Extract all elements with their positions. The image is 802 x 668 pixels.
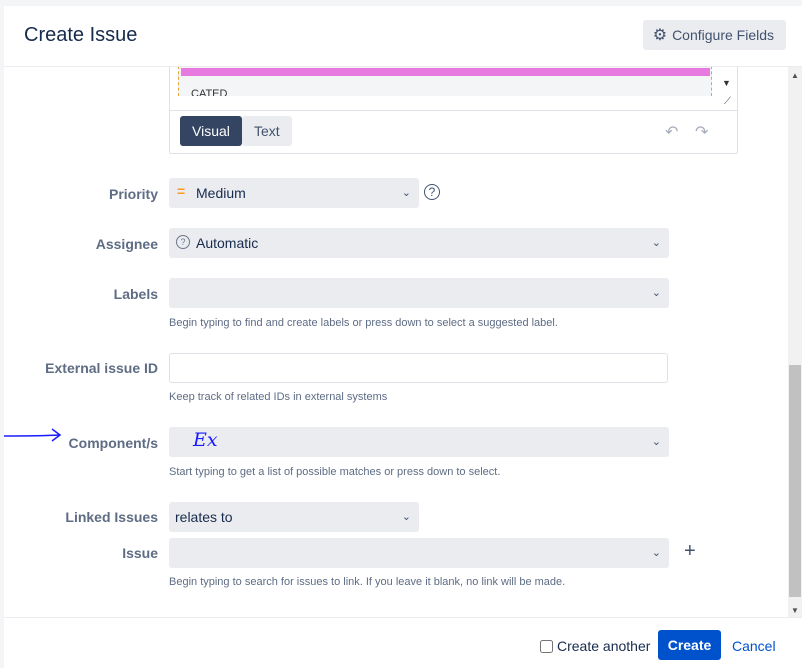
chevron-down-icon: ⌄ xyxy=(651,436,661,448)
add-link-icon[interactable]: + xyxy=(684,540,696,563)
dialog-header: Create Issue ⚙ Configure Fields xyxy=(4,6,802,67)
components-select[interactable]: Ex ⌄ xyxy=(169,427,669,457)
undo-icon[interactable]: ↶ xyxy=(665,122,678,142)
editor-text-area[interactable]: CATED xyxy=(178,67,712,96)
assignee-value: Automatic xyxy=(196,235,259,251)
priority-label: Priority xyxy=(108,186,158,202)
linked-issues-value: relates to xyxy=(175,509,233,525)
chevron-down-icon: ⌄ xyxy=(651,237,661,249)
cancel-link[interactable]: Cancel xyxy=(732,638,776,654)
dialog-footer: Create another Create Cancel xyxy=(4,617,802,668)
create-another-toggle[interactable]: Create another xyxy=(540,638,650,654)
chevron-down-icon: ⌄ xyxy=(401,511,411,523)
components-hint: Start typing to get a list of possible m… xyxy=(169,466,501,478)
external-id-input[interactable] xyxy=(169,353,668,383)
create-another-checkbox[interactable] xyxy=(540,639,553,653)
labels-select[interactable]: ⌄ xyxy=(169,278,669,308)
scroll-thumb[interactable] xyxy=(789,365,801,597)
assignee-label: Assignee xyxy=(95,236,158,252)
gear-icon: ⚙ xyxy=(652,27,668,44)
help-icon[interactable]: ? xyxy=(424,184,440,200)
avatar-icon: ? xyxy=(176,235,190,249)
dialog-scrollbar[interactable]: ▲ ▼ xyxy=(788,67,802,617)
linked-issues-label: Linked Issues xyxy=(65,509,158,525)
chevron-down-icon: ⌄ xyxy=(401,187,411,199)
dialog-title: Create Issue xyxy=(24,24,138,46)
scroll-down-icon[interactable]: ▼ xyxy=(791,606,799,615)
chevron-down-icon: ⌄ xyxy=(651,547,661,559)
issue-select[interactable]: ⌄ xyxy=(169,538,669,568)
priority-select[interactable]: = Medium ⌄ xyxy=(169,178,419,208)
redo-icon[interactable]: ↷ xyxy=(695,122,708,142)
tab-text[interactable]: Text xyxy=(242,116,292,146)
annotation-arrow xyxy=(4,428,62,442)
assignee-select[interactable]: ? Automatic ⌄ xyxy=(169,228,669,258)
issue-label: Issue xyxy=(122,545,158,561)
editor-separator xyxy=(170,110,737,111)
chevron-down-icon: ⌄ xyxy=(651,287,661,299)
editor-highlight xyxy=(181,68,710,76)
create-issue-dialog: Create Issue ⚙ Configure Fields CATED ▼ … xyxy=(4,6,802,668)
scroll-down-icon[interactable]: ▼ xyxy=(722,78,731,88)
external-id-label: External issue ID xyxy=(45,360,158,376)
configure-fields-label: Configure Fields xyxy=(672,27,774,43)
issue-hint: Begin typing to search for issues to lin… xyxy=(169,576,566,588)
resize-handle-icon[interactable]: ⟋ xyxy=(724,96,731,107)
dialog-body: CATED ▼ ⟋ Visual Text ↶ ↷ Priority = Med… xyxy=(4,67,788,617)
priority-medium-icon: = xyxy=(177,183,186,199)
labels-label: Labels xyxy=(113,286,158,302)
priority-value: Medium xyxy=(196,185,246,201)
editor-scrollbar[interactable]: ▼ ⟋ xyxy=(712,67,736,108)
linked-issues-select[interactable]: relates to ⌄ xyxy=(169,502,419,532)
create-button[interactable]: Create xyxy=(658,630,721,660)
scroll-up-icon[interactable]: ▲ xyxy=(791,71,799,80)
components-label: Component/s xyxy=(68,435,158,451)
configure-fields-button[interactable]: ⚙ Configure Fields xyxy=(642,20,786,50)
editor-cut-text: CATED xyxy=(191,88,228,96)
description-editor: CATED ▼ ⟋ Visual Text ↶ ↷ xyxy=(169,67,738,154)
handwritten-annotation: Ex xyxy=(193,429,218,451)
tab-visual[interactable]: Visual xyxy=(180,116,242,146)
external-id-hint: Keep track of related IDs in external sy… xyxy=(169,391,388,403)
labels-hint: Begin typing to find and create labels o… xyxy=(169,317,558,329)
create-another-label: Create another xyxy=(557,638,651,654)
